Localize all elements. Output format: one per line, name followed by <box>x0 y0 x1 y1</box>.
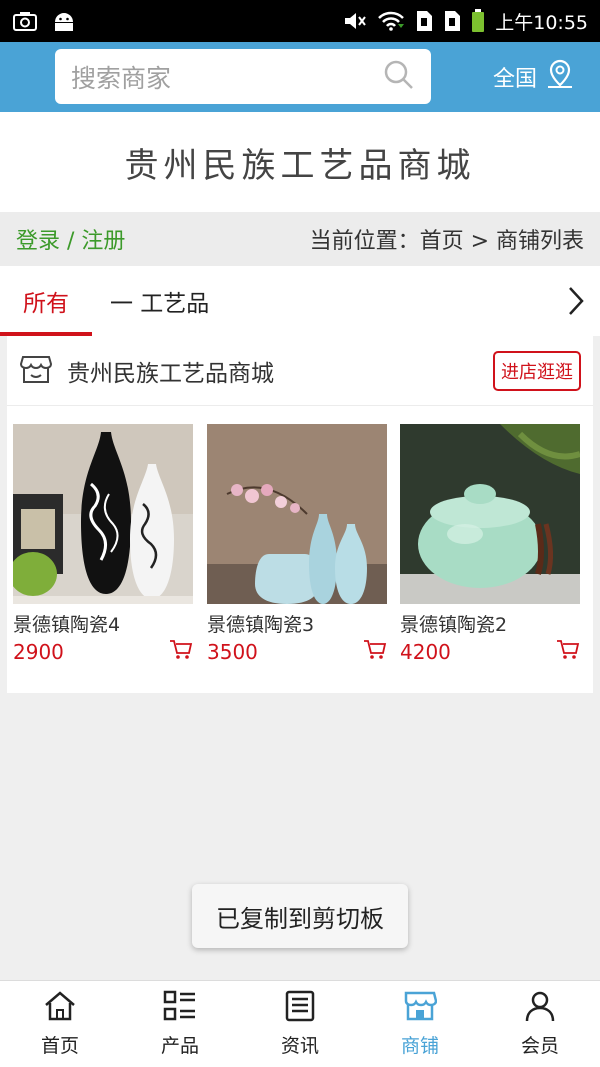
region-label: 全国 <box>493 67 538 92</box>
nav-products[interactable]: 产品 <box>120 981 240 1067</box>
cart-icon[interactable] <box>363 639 387 665</box>
tab-all[interactable]: 所有 <box>0 266 92 336</box>
store-icon <box>19 352 53 390</box>
list-icon <box>163 990 197 1027</box>
category-tabs: 所有 一 工艺品 <box>0 266 600 336</box>
product-item[interactable]: 景德镇陶瓷3 3500 <box>207 424 387 665</box>
nav-stores[interactable]: 商铺 <box>360 981 480 1067</box>
site-title-area: 贵州民族工艺品商城 <box>0 112 600 212</box>
product-item[interactable]: 景德镇陶瓷2 4200 <box>400 424 580 665</box>
product-image[interactable] <box>13 424 193 604</box>
news-icon <box>283 990 317 1027</box>
product-list: 景德镇陶瓷4 2900 景德镇陶瓷3 3500 景德镇陶瓷2 4200 <box>7 406 593 693</box>
shop-header: 贵州民族工艺品商城 进店逛逛 <box>7 336 593 406</box>
nav-label: 会员 <box>520 1035 559 1057</box>
nav-home[interactable]: 首页 <box>0 981 120 1067</box>
breadcrumb-bar: 登录 / 注册 当前位置：首页 > 商铺列表 <box>0 212 600 266</box>
toast-message: 已复制到剪切板 <box>192 884 408 948</box>
product-name[interactable]: 景德镇陶瓷4 <box>13 610 193 637</box>
sim1-icon <box>415 10 433 32</box>
bottom-nav: 首页 产品 资讯 商铺 会员 <box>0 980 600 1067</box>
search-input[interactable]: 搜索商家 <box>55 49 431 104</box>
tab-label: 所有 <box>23 291 69 317</box>
search-icon[interactable] <box>383 59 415 95</box>
search-placeholder: 搜索商家 <box>71 63 172 93</box>
nav-news[interactable]: 资讯 <box>240 981 360 1067</box>
region-selector[interactable]: 全国 <box>493 56 575 98</box>
nav-label: 商铺 <box>400 1035 439 1057</box>
nav-label: 产品 <box>160 1035 199 1057</box>
cart-icon[interactable] <box>556 639 580 665</box>
visit-shop-button[interactable]: 进店逛逛 <box>493 350 581 391</box>
cart-icon[interactable] <box>169 639 193 665</box>
tab-crafts[interactable]: 一 工艺品 <box>110 266 209 336</box>
breadcrumb: 当前位置：首页 > 商铺列表 <box>309 229 584 254</box>
clock: 上午10:55 <box>495 11 588 34</box>
product-image[interactable] <box>400 424 580 604</box>
nav-label: 资讯 <box>280 1035 319 1057</box>
mute-icon <box>343 10 367 32</box>
product-price: 3500 <box>207 640 258 664</box>
product-price: 2900 <box>13 640 64 664</box>
store-icon <box>403 990 438 1027</box>
product-image[interactable] <box>207 424 387 604</box>
screenshot-icon <box>12 10 38 32</box>
product-name[interactable]: 景德镇陶瓷2 <box>400 610 580 637</box>
chevron-right-icon[interactable] <box>566 266 586 336</box>
nav-label: 首页 <box>40 1035 79 1057</box>
shop-card: 贵州民族工艺品商城 进店逛逛 景德镇陶瓷4 2900 景德镇陶瓷3 3500 景… <box>7 336 593 693</box>
wifi-icon <box>377 10 405 32</box>
tab-label: 一 工艺品 <box>110 291 210 317</box>
top-header: 搜索商家 全国 <box>0 42 600 112</box>
user-icon <box>523 990 557 1027</box>
product-item[interactable]: 景德镇陶瓷4 2900 <box>13 424 193 665</box>
status-bar: 上午10:55 <box>0 0 600 42</box>
location-pin-icon <box>545 58 575 96</box>
home-icon <box>43 990 77 1027</box>
shop-name[interactable]: 贵州民族工艺品商城 <box>67 354 493 388</box>
battery-icon <box>471 9 485 33</box>
product-name[interactable]: 景德镇陶瓷3 <box>207 610 387 637</box>
product-price: 4200 <box>400 640 451 664</box>
android-icon <box>52 10 76 32</box>
nav-member[interactable]: 会员 <box>480 981 600 1067</box>
site-title: 贵州民族工艺品商城 <box>124 145 476 186</box>
sim2-icon <box>443 10 461 32</box>
login-register-link[interactable]: 登录 / 注册 <box>16 223 125 255</box>
